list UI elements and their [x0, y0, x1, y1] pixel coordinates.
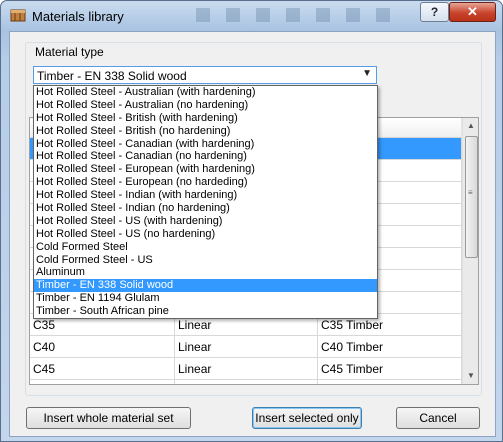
material-type-option[interactable]: Hot Rolled Steel - Canadian (with harden… — [34, 138, 377, 151]
table-cell[interactable]: Linear — [175, 380, 318, 384]
app-icon — [10, 9, 26, 22]
table-cell[interactable]: C50 — [30, 380, 175, 384]
material-type-option[interactable]: Hot Rolled Steel - European (no hardedin… — [34, 176, 377, 189]
material-type-option[interactable]: Hot Rolled Steel - Australian (no harden… — [34, 99, 377, 112]
scroll-up-icon[interactable]: ▲ — [463, 118, 478, 134]
insert-selected-only-button[interactable]: Insert selected only — [252, 407, 362, 429]
table-cell[interactable]: Linear — [175, 358, 318, 380]
table-cell[interactable]: C50 Timber — [318, 380, 462, 384]
material-type-selected: Timber - EN 338 Solid wood — [37, 69, 187, 83]
background-toolbar-icons — [196, 8, 390, 22]
scroll-thumb[interactable]: ≡ — [465, 136, 478, 258]
close-button[interactable]: ✕ — [449, 2, 496, 22]
table-cell[interactable]: C45 — [30, 358, 175, 380]
material-type-option[interactable]: Cold Formed Steel - US — [34, 254, 377, 267]
grip-icon: ≡ — [468, 188, 473, 197]
material-type-option[interactable]: Hot Rolled Steel - European (with harden… — [34, 163, 377, 176]
material-type-combobox[interactable]: Timber - EN 338 Solid wood ▼ — [33, 66, 377, 84]
material-type-option[interactable]: Cold Formed Steel — [34, 241, 377, 254]
material-type-option[interactable]: Hot Rolled Steel - Indian (no hardening) — [34, 202, 377, 215]
table-cell[interactable]: C45 Timber — [318, 358, 462, 380]
material-type-option[interactable]: Timber - EN 338 Solid wood — [34, 279, 377, 293]
material-type-option[interactable]: Timber - South African pine — [34, 305, 377, 318]
material-type-option[interactable]: Hot Rolled Steel - Indian (with hardenin… — [34, 189, 377, 202]
table-row[interactable]: C45 Linear C45 Timber — [30, 358, 462, 380]
scroll-down-icon[interactable]: ▼ — [463, 368, 478, 384]
title-bar[interactable]: Materials library ? ✕ — [1, 1, 502, 31]
material-type-option[interactable]: Hot Rolled Steel - British (with hardeni… — [34, 112, 377, 125]
window-title: Materials library — [32, 9, 124, 24]
material-type-option[interactable]: Hot Rolled Steel - US (no hardening) — [34, 228, 377, 241]
material-type-dropdown-list[interactable]: Hot Rolled Steel - Australian (with hard… — [33, 85, 378, 319]
table-cell[interactable]: Linear — [175, 336, 318, 358]
dialog-client-area: Material type otes C35LinearC35 TimberC4… — [9, 31, 496, 437]
material-type-option[interactable]: Hot Rolled Steel - Australian (with hard… — [34, 86, 377, 99]
material-type-option[interactable]: Aluminum — [34, 266, 377, 279]
materials-library-window: Materials library ? ✕ Material type otes… — [0, 0, 503, 442]
material-type-option[interactable]: Hot Rolled Steel - Canadian (no hardenin… — [34, 150, 377, 163]
material-type-option[interactable]: Hot Rolled Steel - US (with hardening) — [34, 215, 377, 228]
insert-whole-material-set-button[interactable]: Insert whole material set — [26, 407, 191, 429]
table-scrollbar[interactable]: ▲ ≡ ▼ — [462, 118, 478, 384]
table-row[interactable]: C40 Linear C40 Timber — [30, 336, 462, 358]
table-cell[interactable]: C40 Timber — [318, 336, 462, 358]
table-row[interactable]: C50LinearC50 Timber — [30, 380, 462, 384]
material-type-option[interactable]: Hot Rolled Steel - British (no hardening… — [34, 125, 377, 138]
material-type-label: Material type — [33, 45, 106, 59]
cancel-button[interactable]: Cancel — [396, 407, 480, 429]
help-button[interactable]: ? — [420, 2, 449, 22]
table-cell[interactable]: C40 — [30, 336, 175, 358]
chevron-down-icon[interactable]: ▼ — [362, 68, 372, 79]
material-type-option[interactable]: Timber - EN 1194 Glulam — [34, 292, 377, 305]
